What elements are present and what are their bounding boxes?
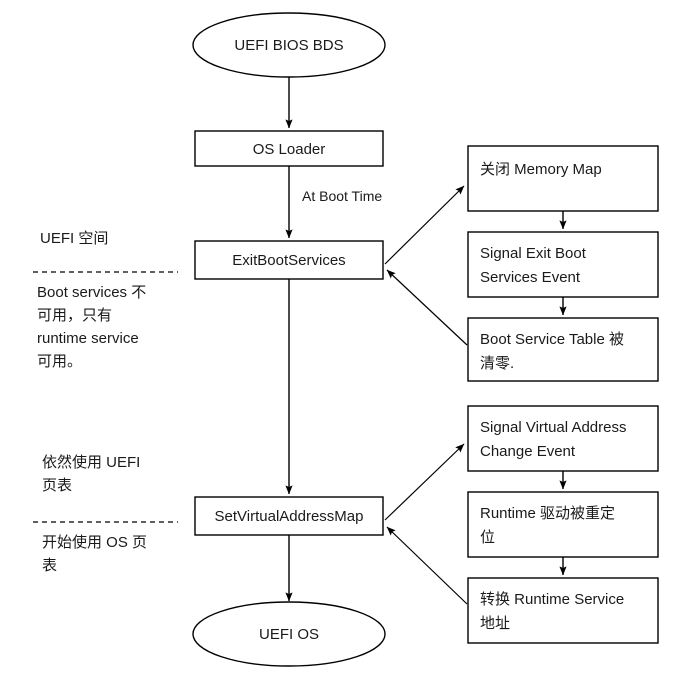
node-boot-service-table-label-line2: 清零.	[480, 355, 514, 372]
annotation-still-uefi-page-table-line2: 页表	[42, 477, 72, 494]
close-memory-map-box-shape	[467, 145, 659, 212]
node-exitbootservices[interactable]: ExitBootServices	[194, 240, 384, 280]
signal-exit-boot-box-shape	[467, 231, 659, 298]
annotation-still-uefi-page-table-line1: 依然使用 UEFI	[42, 454, 140, 471]
node-signal-virtual-address-label-line1: Signal Virtual Address	[480, 419, 626, 436]
edge-exitbootservices-to-close-memory-map	[384, 185, 465, 265]
node-setvirtualaddressmap[interactable]: SetVirtualAddressMap	[194, 496, 384, 536]
edge-boot-service-table-to-exitbootservices	[386, 269, 468, 346]
node-signal-exit-boot-label-line1: Signal Exit Boot	[480, 245, 587, 262]
node-uefi-os[interactable]: UEFI OS	[192, 601, 386, 667]
uefi-boot-flow-svg: UEFI BIOS BDS OS Loader At Boot Time Exi…	[33, 12, 659, 667]
node-close-memory-map-label-line1: 关闭 Memory Map	[480, 161, 602, 178]
node-boot-service-table-cleared[interactable]: Boot Service Table 被 清零.	[467, 317, 659, 382]
node-uefi-os-label: UEFI OS	[259, 626, 319, 643]
node-close-memory-map[interactable]: 关闭 Memory Map	[467, 145, 659, 212]
annotation-boot-services-unavailable-line1: Boot services 不	[37, 284, 146, 301]
annotation-start-os-page-table-line2: 表	[42, 557, 57, 574]
annotation-boot-services-unavailable-line4: 可用。	[37, 353, 82, 370]
node-runtime-driver-relocated[interactable]: Runtime 驱动被重定 位	[467, 491, 659, 558]
node-signal-exit-boot-services-event[interactable]: Signal Exit Boot Services Event	[467, 231, 659, 298]
convert-runtime-service-box-shape	[467, 577, 659, 644]
node-signal-virtual-address-label-line2: Change Event	[480, 443, 576, 460]
node-runtime-driver-label-line2: 位	[480, 529, 495, 546]
node-convert-runtime-service-address[interactable]: 转换 Runtime Service 地址	[467, 577, 659, 644]
node-uefi-bios-bds[interactable]: UEFI BIOS BDS	[192, 12, 386, 78]
node-convert-runtime-service-label-line1: 转换 Runtime Service	[480, 591, 624, 608]
edge-setvirtualaddressmap-to-signal-virtual-address	[384, 443, 465, 521]
annotation-boot-services-unavailable-line3: runtime service	[37, 330, 139, 347]
node-boot-service-table-label-line1: Boot Service Table 被	[480, 331, 624, 348]
flow-diagram-canvas: UEFI BIOS BDS OS Loader At Boot Time Exi…	[0, 0, 698, 694]
edge-label-at-boot-time: At Boot Time	[302, 188, 382, 204]
annotation-start-os-page-table-line1: 开始使用 OS 页	[42, 534, 147, 551]
node-signal-virtual-address-change-event[interactable]: Signal Virtual Address Change Event	[467, 405, 659, 472]
signal-virtual-address-box-shape	[467, 405, 659, 472]
node-os-loader[interactable]: OS Loader	[194, 130, 384, 167]
node-runtime-driver-label-line1: Runtime 驱动被重定	[480, 505, 615, 522]
annotation-boot-services-unavailable-line2: 可用，只有	[37, 307, 112, 324]
node-uefi-bios-bds-label: UEFI BIOS BDS	[234, 37, 343, 54]
annotation-uefi-space-line1: UEFI 空间	[40, 230, 108, 247]
node-setvirtualaddressmap-label: SetVirtualAddressMap	[215, 508, 364, 525]
node-os-loader-label: OS Loader	[253, 141, 326, 158]
node-exitbootservices-label: ExitBootServices	[232, 252, 345, 269]
node-convert-runtime-service-label-line2: 地址	[480, 615, 510, 632]
node-signal-exit-boot-label-line2: Services Event	[480, 269, 581, 286]
edge-convert-runtime-service-to-setvirtualaddressmap	[386, 526, 468, 605]
runtime-driver-box-shape	[467, 491, 659, 558]
